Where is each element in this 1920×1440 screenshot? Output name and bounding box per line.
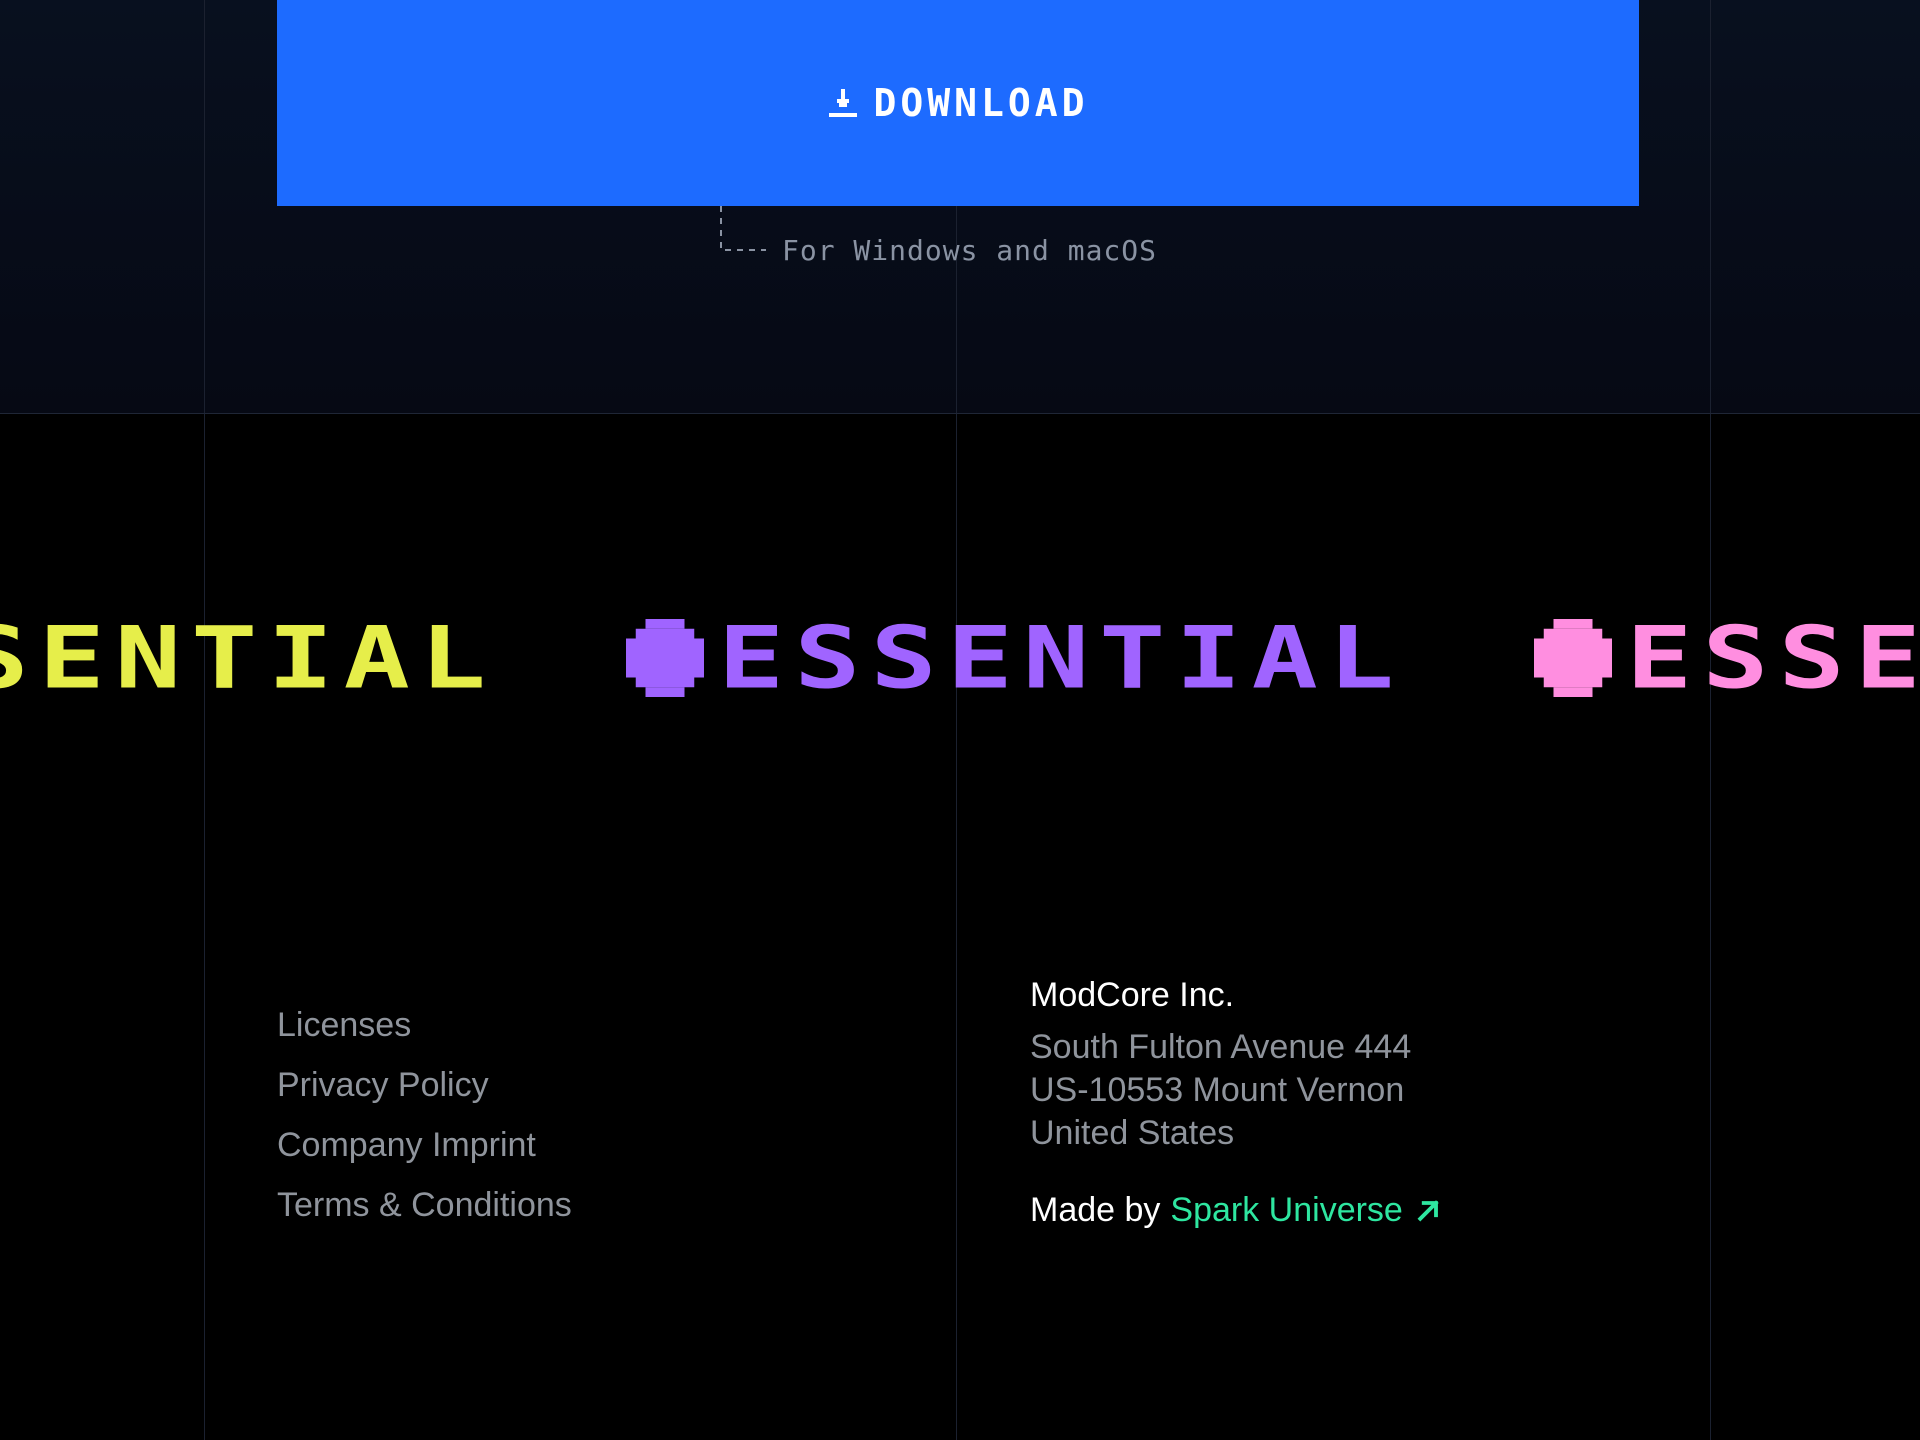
credit-prefix: Made by bbox=[1030, 1191, 1161, 1229]
company-info: ModCore Inc. South Fulton Avenue 444 US-… bbox=[1030, 972, 1411, 1155]
marquee-banner: ESSENTIAL ESSENTIAL ESSENTIAL bbox=[0, 608, 1920, 708]
marquee-text: ESSENTIAL bbox=[0, 608, 497, 708]
star-icon bbox=[626, 619, 705, 697]
marquee-track: ESSENTIAL ESSENTIAL ESSENTIAL bbox=[0, 608, 1920, 708]
star-icon bbox=[1534, 619, 1613, 697]
address-line: South Fulton Avenue 444 bbox=[1030, 1028, 1412, 1066]
download-button[interactable]: DOWNLOAD bbox=[277, 0, 1639, 206]
marquee-item: ESSENTIAL bbox=[0, 608, 496, 708]
download-icon bbox=[829, 89, 858, 117]
section-divider bbox=[0, 413, 1920, 414]
arrow-up-right-icon bbox=[1417, 1200, 1439, 1222]
licenses-link[interactable]: Licenses bbox=[277, 1005, 572, 1045]
grid-line bbox=[1710, 0, 1711, 1440]
grid-line bbox=[204, 0, 205, 1440]
marquee-item: ESSENTIAL bbox=[626, 608, 1404, 708]
company-imprint-link[interactable]: Company Imprint bbox=[277, 1125, 572, 1165]
marquee-text: ESSENTIAL bbox=[1626, 608, 1920, 708]
address-line: US-10553 Mount Vernon bbox=[1030, 1071, 1405, 1109]
platform-note: For Windows and macOS bbox=[782, 234, 1158, 267]
connector-line bbox=[720, 206, 766, 251]
address-line: United States bbox=[1030, 1114, 1235, 1152]
terms-conditions-link[interactable]: Terms & Conditions bbox=[277, 1185, 572, 1225]
company-address: South Fulton Avenue 444 US-10553 Mount V… bbox=[1030, 1026, 1411, 1155]
company-name: ModCore Inc. bbox=[1030, 976, 1235, 1014]
spark-universe-link[interactable]: Spark Universe bbox=[1170, 1190, 1442, 1230]
spark-universe-label: Spark Universe bbox=[1170, 1191, 1403, 1229]
marquee-text: ESSENTIAL bbox=[718, 608, 1405, 708]
marquee-item: ESSENTIAL bbox=[1534, 608, 1920, 708]
made-by-credit: Made by Spark Universe bbox=[1030, 1190, 1443, 1230]
grid-line bbox=[956, 0, 957, 1440]
privacy-policy-link[interactable]: Privacy Policy bbox=[277, 1065, 572, 1105]
download-button-label: DOWNLOAD bbox=[873, 81, 1089, 125]
footer-links: Licenses Privacy Policy Company Imprint … bbox=[277, 1005, 572, 1225]
